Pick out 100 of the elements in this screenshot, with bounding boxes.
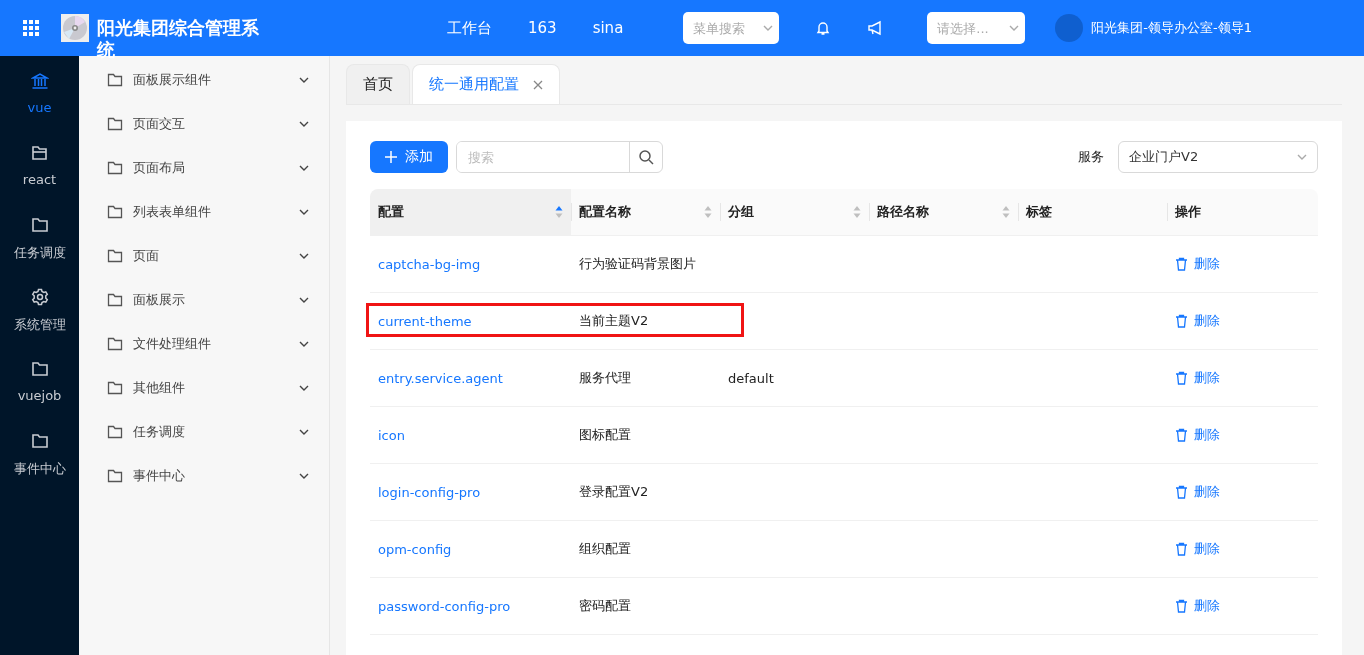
chevron-down-icon (299, 429, 309, 435)
plus-icon (385, 151, 397, 163)
chevron-down-icon (299, 209, 309, 215)
folder-icon (107, 117, 123, 131)
folder-icon (107, 73, 123, 87)
menu-item[interactable]: 任务调度 (79, 410, 329, 454)
chevron-down-icon (1297, 154, 1307, 160)
delete-link[interactable]: 删除 (1175, 482, 1220, 501)
disc-logo-icon (62, 15, 88, 41)
column-header: 标签 (1018, 189, 1167, 236)
table-cell: 图标配置 (579, 427, 631, 442)
apps-grid-icon[interactable] (23, 20, 39, 36)
config-key-link[interactable]: icon (378, 427, 405, 443)
delete-link[interactable]: 删除 (1175, 596, 1220, 615)
search-icon[interactable] (638, 149, 654, 165)
org-select-field[interactable]: 请选择... (937, 20, 1004, 36)
chevron-down-icon (299, 341, 309, 347)
table-cell: 服务代理 (579, 370, 631, 385)
menu-item[interactable]: 列表表单组件 (79, 190, 329, 234)
bell-icon[interactable] (815, 20, 832, 36)
config-key-link[interactable]: entry.service.agent (378, 370, 503, 386)
search-box[interactable]: 搜索 (456, 141, 663, 173)
menu-item[interactable]: 面板展示组件 (79, 58, 329, 102)
table-cell: 组织配置 (579, 541, 631, 556)
chevron-down-icon (299, 121, 309, 127)
service-select[interactable]: 企业门户V2 (1118, 141, 1318, 173)
folder-icon (107, 293, 123, 307)
folder-icon (107, 469, 123, 483)
config-key-link[interactable]: captcha-bg-img (378, 256, 481, 272)
menu-item[interactable]: 页面交互 (79, 102, 329, 146)
rail-item[interactable]: 系统管理 (0, 288, 79, 360)
bank-icon (30, 72, 49, 90)
rail-item[interactable]: vuejob (0, 360, 79, 432)
folder-icon (107, 161, 123, 175)
tab[interactable]: 首页 (346, 64, 410, 104)
org-select[interactable]: 请选择... (927, 12, 1026, 44)
menu-item[interactable]: 其他组件 (79, 366, 329, 410)
trash-icon (1175, 484, 1188, 499)
nav-link[interactable]: 工作台 (447, 18, 492, 38)
folder-icon (107, 425, 123, 439)
column-header: 操作 (1167, 189, 1318, 236)
add-button[interactable]: 添加 (370, 141, 448, 173)
trash-icon (1175, 313, 1188, 328)
sort-icon[interactable] (555, 205, 563, 219)
delete-link[interactable]: 删除 (1175, 311, 1220, 330)
chevron-down-icon (299, 385, 309, 391)
chevron-down-icon (1009, 25, 1020, 31)
menu-item[interactable]: 页面 (79, 234, 329, 278)
delete-link[interactable]: 删除 (1175, 254, 1220, 273)
chevron-down-icon (299, 77, 309, 83)
trash-icon (1175, 598, 1188, 613)
chevron-down-icon (299, 473, 309, 479)
app-title: 阳光集团综合管理系统 (97, 17, 260, 61)
nav-link[interactable]: sina (592, 18, 624, 38)
gear-icon (30, 288, 49, 306)
table-cell: 行为验证码背景图片 (579, 256, 696, 271)
config-key-link[interactable]: login-config-pro (378, 484, 481, 500)
chevron-down-icon (299, 297, 309, 303)
rail-item[interactable]: vue (0, 72, 79, 144)
trash-icon (1175, 427, 1188, 442)
chevron-down-icon (763, 25, 774, 31)
rail-item[interactable]: 任务调度 (0, 216, 79, 288)
column-header[interactable]: 分组 (720, 189, 869, 236)
folder-icon (30, 216, 49, 234)
chevron-down-icon (299, 165, 309, 171)
folder-icon (107, 205, 123, 219)
table-cell: default (728, 370, 774, 386)
nav-link[interactable]: 163 (528, 18, 557, 38)
column-header[interactable]: 路径名称 (869, 189, 1018, 236)
close-icon[interactable] (533, 79, 543, 90)
config-key-link[interactable]: password-config-pro (378, 598, 511, 614)
folder-icon (30, 432, 49, 450)
folder-icon (107, 249, 123, 263)
menu-item[interactable]: 事件中心 (79, 454, 329, 498)
delete-link[interactable]: 删除 (1175, 368, 1220, 387)
rail-item[interactable]: 事件中心 (0, 432, 79, 504)
table-cell: 密码配置 (579, 598, 631, 613)
folder-icon (107, 337, 123, 351)
menu-item[interactable]: 面板展示 (79, 278, 329, 322)
menu-search-field[interactable]: 菜单搜索 (693, 20, 758, 36)
menu-item[interactable]: 文件处理组件 (79, 322, 329, 366)
column-header[interactable]: 配置名称 (571, 189, 720, 236)
folder-icon (30, 360, 49, 378)
trash-icon (1175, 541, 1188, 556)
column-header[interactable]: 配置 (370, 189, 571, 236)
menu-item[interactable]: 页面布局 (79, 146, 329, 190)
table-cell: 当前主题V2 (579, 313, 649, 328)
delete-link[interactable]: 删除 (1175, 539, 1220, 558)
trash-icon (1175, 256, 1188, 271)
user-name[interactable]: 阳光集团-领导办公室-领导1 (1091, 19, 1252, 37)
megaphone-icon[interactable] (867, 20, 884, 36)
config-key-link[interactable]: current-theme (378, 313, 472, 329)
tab[interactable]: 统一通用配置 (412, 64, 560, 104)
delete-link[interactable]: 删除 (1175, 425, 1220, 444)
config-key-link[interactable]: opm-config (378, 541, 452, 557)
rail-item[interactable]: react (0, 144, 79, 216)
table-cell: 登录配置V2 (579, 484, 649, 499)
folder-icon (30, 144, 49, 162)
menu-search-select[interactable]: 菜单搜索 (683, 12, 780, 44)
chevron-down-icon (299, 253, 309, 259)
